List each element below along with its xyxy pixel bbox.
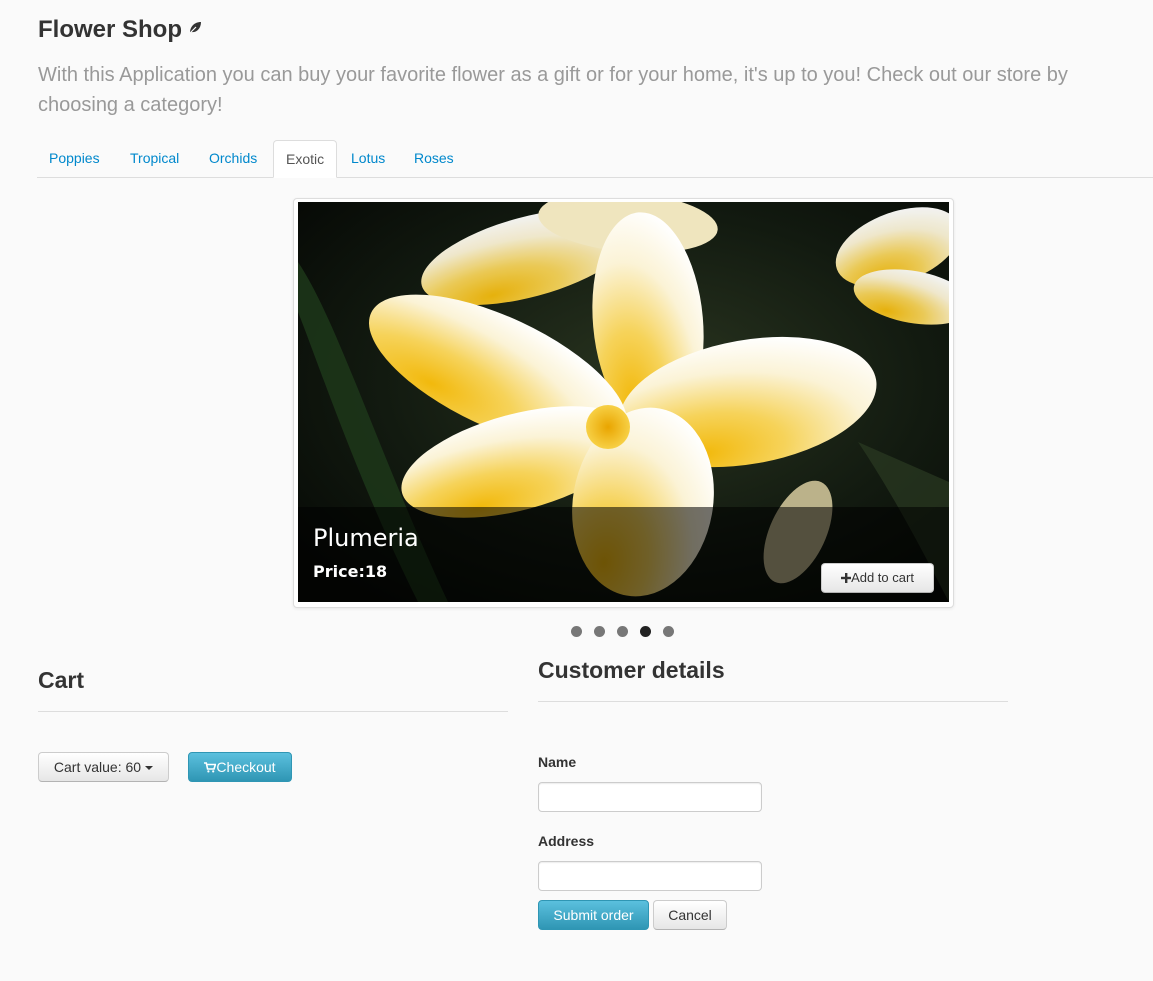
plus-icon <box>841 565 852 593</box>
tab-tropical[interactable]: Tropical <box>118 140 191 177</box>
shopping-cart-icon <box>204 754 217 782</box>
leaf-icon <box>188 12 202 44</box>
add-to-cart-button[interactable]: Add to cart <box>821 563 934 593</box>
tab-poppies[interactable]: Poppies <box>37 140 112 177</box>
tab-roses[interactable]: Roses <box>402 140 466 177</box>
product-price: Price:18 <box>313 562 388 581</box>
tab-exotic[interactable]: Exotic <box>273 140 338 178</box>
checkout-label: Checkout <box>216 759 276 775</box>
tab-orchids[interactable]: Orchids <box>197 140 269 177</box>
name-field[interactable] <box>538 782 762 812</box>
carousel-indicator[interactable] <box>571 626 582 637</box>
cart-value-label: Cart value: 60 <box>53 759 142 775</box>
intro-text: With this Application you can buy your f… <box>38 64 1068 116</box>
product-name: Plumeria <box>313 524 419 552</box>
add-to-cart-label: Add to cart <box>851 570 914 585</box>
customer-divider <box>538 701 1008 702</box>
category-tabs: Poppies Tropical Orchids Exotic Lotus Ro… <box>37 140 1153 178</box>
carousel-indicator-active[interactable] <box>640 626 651 637</box>
carousel-indicator[interactable] <box>594 626 605 637</box>
carousel-indicator[interactable] <box>617 626 628 637</box>
address-label: Address <box>538 833 595 849</box>
tab-lotus[interactable]: Lotus <box>339 140 397 177</box>
cart-value-dropdown[interactable]: Cart value: 60 <box>38 752 169 782</box>
carousel-indicator[interactable] <box>663 626 674 637</box>
customer-details-heading: Customer details <box>538 657 725 683</box>
product-carousel: Plumeria Price:18 Add to cart <box>293 198 954 608</box>
page: Flower Shop With this Application you ca… <box>0 0 1153 981</box>
carousel-slide: Plumeria Price:18 Add to cart <box>298 202 949 602</box>
cart-heading: Cart <box>38 667 85 693</box>
caret-down-icon <box>145 766 154 771</box>
submit-order-button[interactable]: Submit order <box>538 900 649 930</box>
checkout-button[interactable]: Checkout <box>188 752 292 782</box>
page-title: Flower Shop <box>38 14 202 46</box>
name-label: Name <box>538 754 577 770</box>
cart-divider <box>38 711 508 712</box>
page-title-text: Flower Shop <box>38 16 182 43</box>
address-field[interactable] <box>538 861 762 891</box>
cancel-button[interactable]: Cancel <box>653 900 727 930</box>
